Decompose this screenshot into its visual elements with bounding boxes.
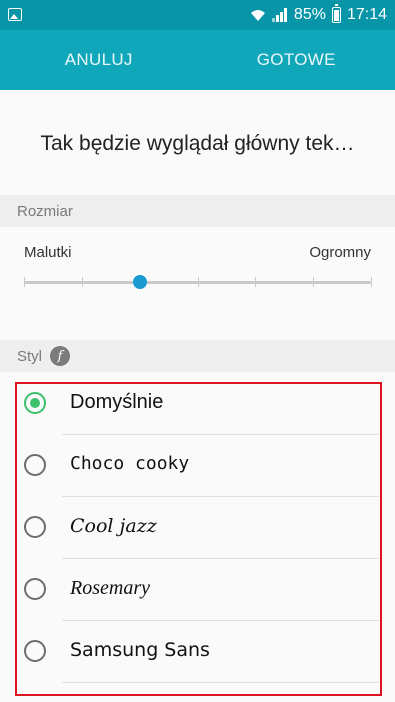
- style-option-rosemary[interactable]: Rosemary: [0, 559, 395, 621]
- style-option-label: Rosemary: [70, 577, 150, 599]
- style-option-default[interactable]: Domyślnie: [0, 373, 395, 435]
- style-option-choco-cooky[interactable]: Choco cooky: [0, 435, 395, 497]
- action-bar: ANULUJ GOTOWE: [0, 30, 395, 90]
- style-option-label: Cool jazz: [70, 515, 157, 537]
- size-max-label: Ogromny: [309, 244, 371, 261]
- size-panel: Malutki Ogromny: [0, 228, 395, 340]
- clock: 17:14: [346, 6, 387, 23]
- style-option-label: Samsung Sans: [70, 639, 210, 661]
- size-slider-tick: [255, 277, 257, 287]
- size-min-label: Malutki: [24, 244, 72, 261]
- image-notification-icon: [8, 8, 22, 21]
- size-slider-tick: [197, 277, 199, 287]
- size-slider-tick: [313, 277, 315, 287]
- style-option-cool-jazz[interactable]: Cool jazz: [0, 497, 395, 559]
- size-slider-tick: [24, 277, 25, 287]
- size-slider[interactable]: [24, 275, 372, 289]
- style-option-label: Choco cooky: [70, 453, 190, 474]
- done-button[interactable]: GOTOWE: [198, 30, 395, 90]
- wifi-icon: [250, 10, 265, 21]
- size-header-label: Rozmiar: [17, 202, 73, 220]
- radio-icon[interactable]: [24, 516, 46, 538]
- divider: [62, 682, 379, 683]
- radio-icon[interactable]: [24, 578, 46, 600]
- size-slider-tick: [81, 277, 83, 287]
- size-section-header: Rozmiar: [0, 195, 395, 227]
- style-option-samsung-sans[interactable]: Samsung Sans: [0, 621, 395, 683]
- preview-text: Tak będzie wyglądał główny tek…: [40, 132, 355, 155]
- style-section-header: Styl f: [0, 340, 395, 372]
- radio-icon[interactable]: [24, 640, 46, 662]
- signal-icon: [271, 8, 288, 22]
- font-style-icon: f: [50, 346, 71, 366]
- size-slider-tick: [371, 277, 372, 287]
- size-slider-thumb[interactable]: [132, 275, 147, 289]
- cancel-button[interactable]: ANULUJ: [0, 30, 198, 90]
- status-bar: 85% 17:14: [0, 0, 395, 30]
- style-header-label: Styl: [17, 347, 43, 365]
- radio-selected-icon[interactable]: [24, 392, 46, 414]
- font-preview: Tak będzie wyglądał główny tek…: [0, 90, 395, 195]
- status-icons: 85% 17:14: [250, 0, 387, 30]
- style-option-label: Domyślnie: [70, 391, 164, 413]
- radio-icon[interactable]: [24, 454, 46, 476]
- battery-icon: [331, 4, 341, 23]
- font-style-list: Domyślnie Choco cooky Cool jazz Rosemary…: [0, 373, 395, 702]
- battery-percent: 85%: [293, 6, 326, 23]
